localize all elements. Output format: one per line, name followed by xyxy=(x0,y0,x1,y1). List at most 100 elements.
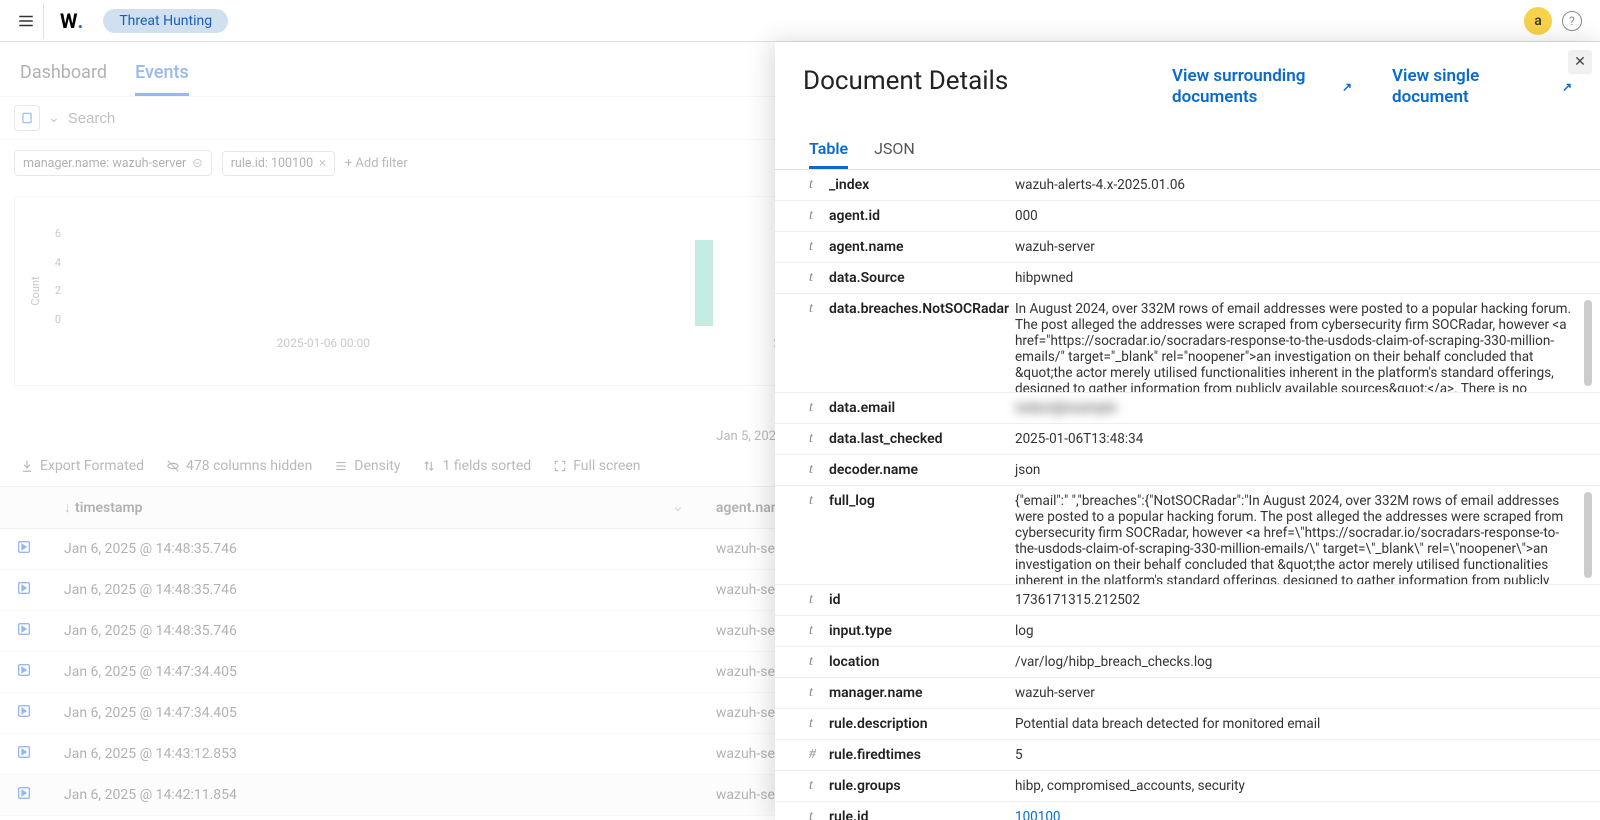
field-type-icon: t xyxy=(809,270,819,286)
tab-events[interactable]: Events xyxy=(135,52,189,96)
filter-label: rule.id: 100100 xyxy=(231,156,313,171)
expand-icon[interactable] xyxy=(16,789,32,805)
doc-field-value: In August 2024, over 332M rows of email … xyxy=(1015,294,1600,392)
avatar[interactable]: a xyxy=(1524,7,1552,35)
doc-field-value: wazuh-server xyxy=(1015,232,1600,262)
chart-bar xyxy=(695,240,713,326)
expand-icon[interactable] xyxy=(16,625,32,641)
doc-field-value[interactable]: 100100 xyxy=(1015,802,1600,820)
field-type-icon: t xyxy=(809,685,819,701)
add-filter-button[interactable]: + Add filter xyxy=(345,156,408,171)
view-single-link[interactable]: View single document↗ xyxy=(1392,66,1572,109)
logo[interactable]: W. xyxy=(60,9,83,33)
field-type-icon: t xyxy=(809,716,819,732)
doc-field-value: log xyxy=(1015,616,1600,646)
sorted-button[interactable]: 1 fields sorted xyxy=(422,458,531,474)
field-type-icon: # xyxy=(809,747,819,763)
doc-field-key: tinput.type xyxy=(775,616,1015,646)
panel-tab-json[interactable]: JSON xyxy=(874,131,915,169)
doc-field-row: tdecoder.namejson xyxy=(775,455,1600,486)
cell-timestamp: Jan 6, 2025 @ 14:48:35.746 xyxy=(48,611,700,652)
expand-icon[interactable] xyxy=(16,707,32,723)
field-type-icon: t xyxy=(809,400,819,416)
doc-field-row: trule.descriptionPotential data breach d… xyxy=(775,709,1600,740)
panel-tabs: Table JSON xyxy=(775,119,1600,170)
cell-timestamp: Jan 6, 2025 @ 14:48:35.746 xyxy=(48,570,700,611)
doc-field-key: tdata.email xyxy=(775,393,1015,423)
panel-tab-table[interactable]: Table xyxy=(809,131,848,169)
field-type-icon: t xyxy=(809,301,819,317)
chevron-down-icon[interactable]: ⌄ xyxy=(48,110,60,126)
expand-icon[interactable] xyxy=(16,584,32,600)
doc-field-value: json xyxy=(1015,455,1600,485)
doc-field-key: tagent.id xyxy=(775,201,1015,231)
doc-field-key: trule.id xyxy=(775,802,1015,820)
field-type-icon: t xyxy=(809,431,819,447)
saved-query-icon[interactable] xyxy=(14,105,40,131)
doc-field-row: tdata.Sourcehibpwned xyxy=(775,263,1600,294)
field-type-icon: t xyxy=(809,239,819,255)
doc-field-value: 000 xyxy=(1015,201,1600,231)
doc-field-key: tmanager.name xyxy=(775,678,1015,708)
field-type-icon: t xyxy=(809,177,819,193)
doc-field-row: tfull_log{"email":" ","breaches":{"NotSO… xyxy=(775,486,1600,585)
view-surrounding-link[interactable]: View surrounding documents↗ xyxy=(1172,66,1352,109)
filter-manager-name[interactable]: manager.name: wazuh-server ⊝ xyxy=(14,150,212,176)
doc-field-row: t_indexwazuh-alerts-4.x-2025.01.06 xyxy=(775,170,1600,201)
field-type-icon: t xyxy=(809,654,819,670)
field-type-icon: t xyxy=(809,778,819,794)
doc-field-value: 1736171315.212502 xyxy=(1015,585,1600,615)
hamburger-menu-icon[interactable] xyxy=(8,3,44,39)
doc-field-value: hibpwned xyxy=(1015,263,1600,293)
external-link-icon: ↗ xyxy=(1562,80,1572,95)
expand-icon[interactable] xyxy=(16,543,32,559)
doc-field-row: tagent.namewazuh-server xyxy=(775,232,1600,263)
doc-field-value: redact@example xyxy=(1015,393,1600,423)
y-ticks: 6 4 2 0 xyxy=(45,227,61,326)
columns-hidden-button[interactable]: 478 columns hidden xyxy=(166,458,312,474)
doc-field-value: /var/log/hibp_breach_checks.log xyxy=(1015,647,1600,677)
document-details-panel: ✕ Document Details View surrounding docu… xyxy=(775,42,1600,820)
doc-field-value: wazuh-server xyxy=(1015,678,1600,708)
y-axis-label: Count xyxy=(29,276,42,305)
doc-field-value: wazuh-alerts-4.x-2025.01.06 xyxy=(1015,170,1600,200)
expand-icon[interactable] xyxy=(16,666,32,682)
doc-field-row: tinput.typelog xyxy=(775,616,1600,647)
filter-rule-id[interactable]: rule.id: 100100 × xyxy=(222,151,335,176)
doc-field-row: tdata.emailredact@example xyxy=(775,393,1600,424)
field-type-icon: t xyxy=(809,809,819,820)
breadcrumb[interactable]: Threat Hunting xyxy=(103,9,228,33)
doc-field-row: trule.groupshibp, compromised_accounts, … xyxy=(775,771,1600,802)
close-icon[interactable]: × xyxy=(319,156,326,171)
doc-field-row: #rule.firedtimes5 xyxy=(775,740,1600,771)
scrollbar[interactable] xyxy=(1584,300,1592,386)
expand-icon[interactable] xyxy=(16,748,32,764)
field-type-icon: t xyxy=(809,208,819,224)
doc-field-key: tdata.Source xyxy=(775,263,1015,293)
doc-field-row: trule.id100100 xyxy=(775,802,1600,820)
col-timestamp[interactable]: ↓timestamp ⌄ xyxy=(48,487,700,529)
doc-field-key: trule.description xyxy=(775,709,1015,739)
tab-dashboard[interactable]: Dashboard xyxy=(20,52,107,96)
fullscreen-button[interactable]: Full screen xyxy=(553,458,640,474)
doc-field-key: t_index xyxy=(775,170,1015,200)
scrollbar[interactable] xyxy=(1584,492,1592,578)
doc-field-row: tmanager.namewazuh-server xyxy=(775,678,1600,709)
density-button[interactable]: Density xyxy=(334,458,400,474)
doc-field-key: tid xyxy=(775,585,1015,615)
cell-timestamp: Jan 6, 2025 @ 14:48:35.746 xyxy=(48,529,700,570)
topbar: W. Threat Hunting a ? xyxy=(0,0,1600,42)
document-fields-table: t_indexwazuh-alerts-4.x-2025.01.06tagent… xyxy=(775,170,1600,820)
field-type-icon: t xyxy=(809,592,819,608)
doc-field-key: tlocation xyxy=(775,647,1015,677)
pin-icon: ⊝ xyxy=(192,155,202,171)
export-button[interactable]: Export Formated xyxy=(20,458,144,474)
close-panel-button[interactable]: ✕ xyxy=(1568,50,1592,74)
doc-field-row: tagent.id000 xyxy=(775,201,1600,232)
help-icon[interactable]: ? xyxy=(1562,11,1582,31)
cell-timestamp: Jan 6, 2025 @ 14:42:11.854 xyxy=(48,775,700,816)
doc-field-row: tdata.last_checked2025-01-06T13:48:34 xyxy=(775,424,1600,455)
doc-field-key: tfull_log xyxy=(775,486,1015,584)
doc-field-key: tdata.last_checked xyxy=(775,424,1015,454)
doc-field-row: tid1736171315.212502 xyxy=(775,585,1600,616)
